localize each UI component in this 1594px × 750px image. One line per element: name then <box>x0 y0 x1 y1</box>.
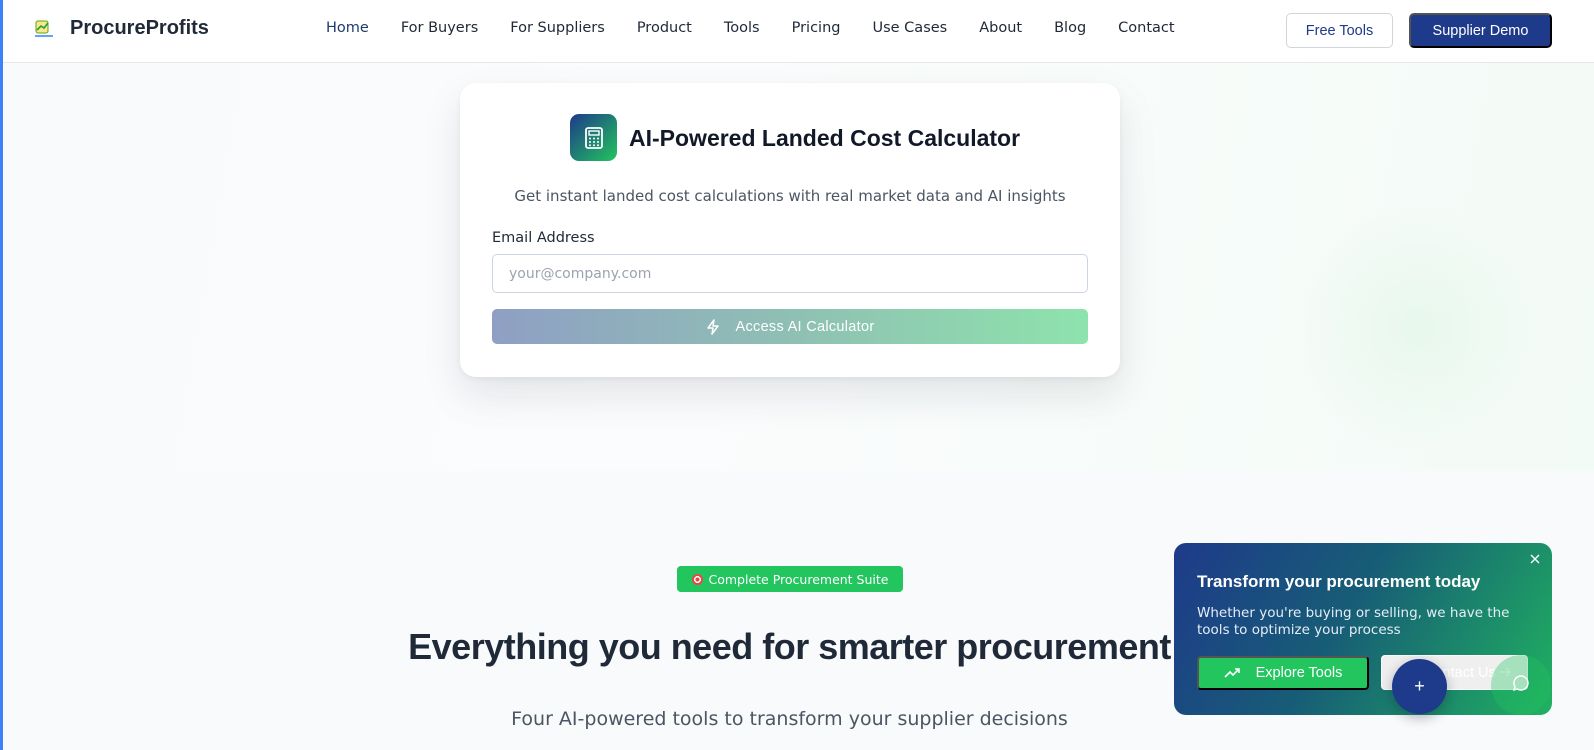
chat-button[interactable] <box>1491 655 1551 715</box>
nav-link-blog[interactable]: Blog <box>1054 20 1086 36</box>
trending-up-icon <box>1224 667 1240 679</box>
top-navbar: ProcureProfits Home For Buyers For Suppl… <box>3 0 1594 63</box>
supplier-demo-button[interactable]: Supplier Demo <box>1409 13 1552 48</box>
nav-link-product[interactable]: Product <box>637 20 692 36</box>
suite-badge: Complete Procurement Suite <box>677 566 903 592</box>
nav-link-for-suppliers[interactable]: For Suppliers <box>510 20 605 36</box>
explore-tools-label: Explore Tools <box>1255 665 1343 681</box>
nav-link-use-cases[interactable]: Use Cases <box>872 20 947 36</box>
floating-action-button[interactable]: + <box>1392 659 1447 714</box>
zap-icon <box>706 318 720 335</box>
nav-link-pricing[interactable]: Pricing <box>792 20 841 36</box>
brand-name: ProcureProfits <box>70 17 209 39</box>
hero-section: AI-Powered Landed Cost Calculator Get in… <box>3 63 1594 471</box>
calculator-card: AI-Powered Landed Cost Calculator Get in… <box>460 83 1120 377</box>
promo-title: Transform your procurement today <box>1197 572 1481 591</box>
email-field[interactable] <box>492 254 1088 293</box>
nav-link-tools[interactable]: Tools <box>724 20 760 36</box>
email-label: Email Address <box>492 230 595 246</box>
brand[interactable]: ProcureProfits <box>33 17 209 40</box>
explore-tools-button[interactable]: Explore Tools <box>1197 656 1369 690</box>
access-calculator-button[interactable]: Access AI Calculator <box>492 309 1088 344</box>
nav-link-about[interactable]: About <box>979 20 1022 36</box>
nav-link-for-buyers[interactable]: For Buyers <box>401 20 478 36</box>
free-tools-button[interactable]: Free Tools <box>1286 13 1393 48</box>
access-calculator-label: Access AI Calculator <box>735 318 875 335</box>
calculator-subtitle: Get instant landed cost calculations wit… <box>514 187 1066 205</box>
promo-text: Whether you're buying or selling, we hav… <box>1197 605 1510 638</box>
hero-glow <box>1293 203 1543 453</box>
calculator-icon <box>570 114 617 161</box>
close-icon[interactable] <box>1527 551 1543 567</box>
target-icon <box>691 573 703 585</box>
calculator-title: AI-Powered Landed Cost Calculator <box>629 125 1021 151</box>
suite-badge-label: Complete Procurement Suite <box>708 571 889 587</box>
logo-icon <box>33 18 55 40</box>
nav-link-contact[interactable]: Contact <box>1118 20 1174 36</box>
main-nav: Home For Buyers For Suppliers Product To… <box>326 20 1207 36</box>
chat-icon <box>1512 674 1530 696</box>
nav-link-home[interactable]: Home <box>326 20 369 36</box>
